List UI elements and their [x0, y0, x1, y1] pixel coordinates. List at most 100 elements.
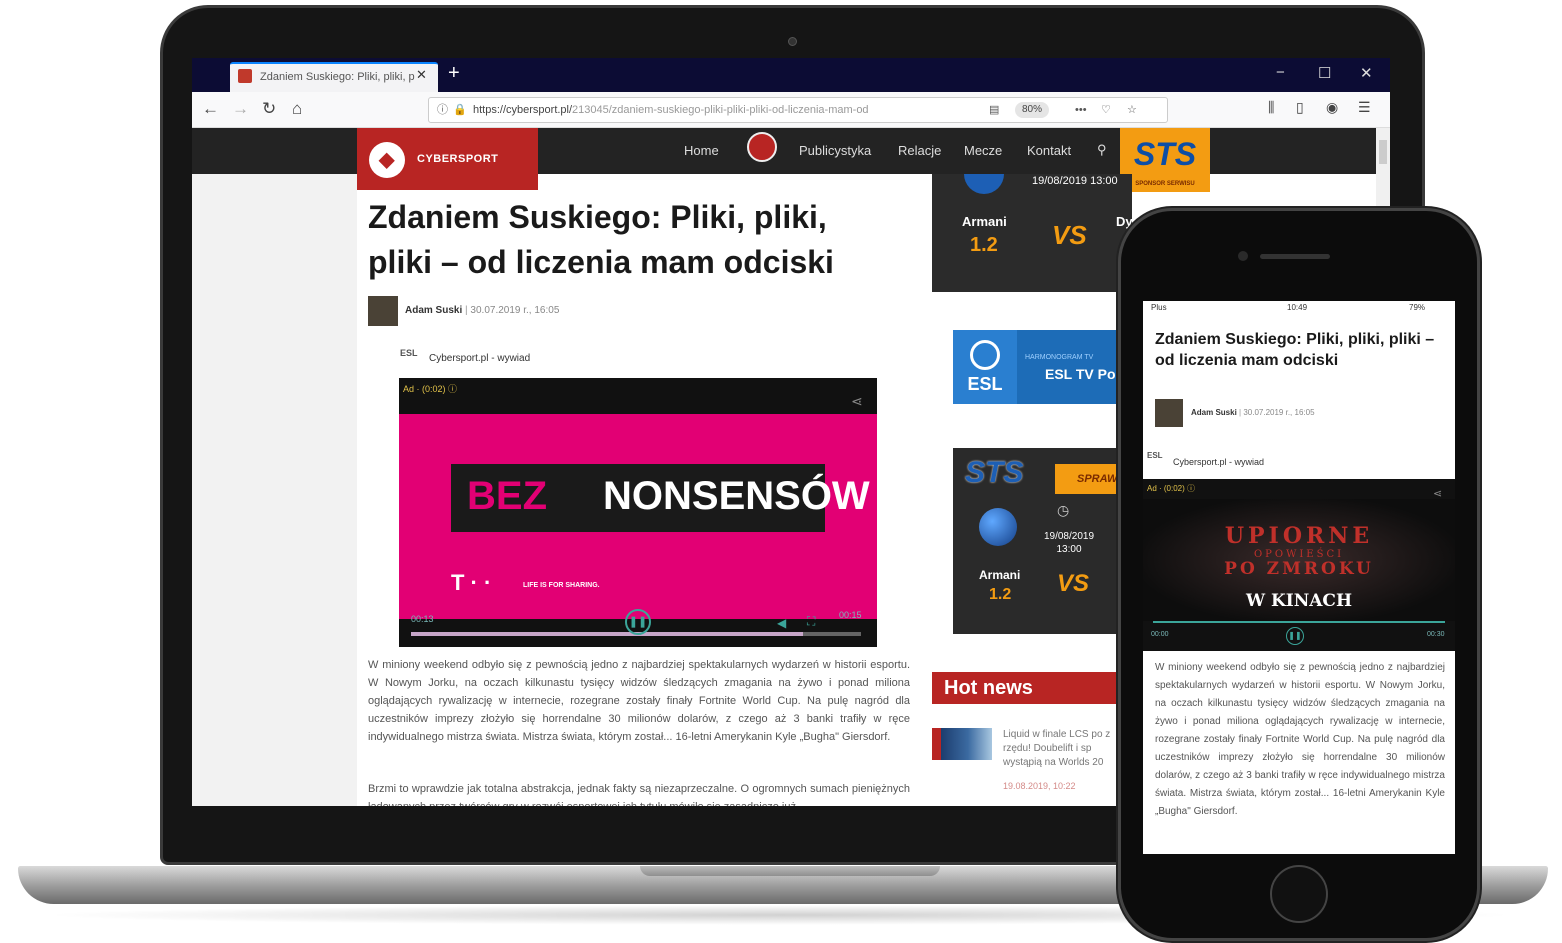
tab-strip: Zdaniem Suskiego: Pliki, pliki, p ✕ + − … — [192, 58, 1390, 92]
favicon-icon — [238, 69, 252, 83]
sts-ad[interactable]: STS SPRAWD ◷ 19/08/2019 13:00 Armani 1.2… — [953, 448, 1133, 634]
film-title-line3: PO ZMROKU — [1224, 559, 1374, 579]
home-button[interactable] — [1270, 865, 1328, 923]
menu-home[interactable]: Home — [684, 143, 719, 158]
film-title-line1: UPIORNE — [1224, 523, 1374, 549]
library-icon[interactable]: ⫼ — [1268, 99, 1274, 116]
mobile-video-player[interactable]: Ad · (0:02) ⓘ ⋖ UPIORNE OPOWIEŚCI PO ZMR… — [1143, 479, 1455, 651]
search-icon[interactable]: ⚲ — [1097, 142, 1107, 158]
menu-emblem-icon[interactable] — [747, 132, 777, 162]
logo-text: CYBERSPORT — [417, 153, 499, 165]
mobile-time-current: 00:00 — [1151, 631, 1169, 638]
video-player[interactable]: Ad · (0:02) ⓘ ⋖ BEZ NONSENSÓW T · · LIFE… — [399, 378, 877, 647]
forward-icon[interactable]: → — [232, 99, 249, 119]
brand-claim: LIFE IS FOR SHARING. — [523, 582, 600, 589]
minimize-button[interactable]: − — [1276, 64, 1285, 81]
laptop-hinge — [640, 866, 940, 876]
hot-news-header: Hot news — [932, 672, 1132, 704]
mobile-video-progress-bar[interactable] — [1153, 621, 1445, 623]
tab-title: Zdaniem Suskiego: Pliki, pliki, p — [260, 71, 415, 83]
article-paragraph: Brzmi to wprawdzie jak totalna abstrakcj… — [368, 783, 910, 806]
video-time-total: 00:15 — [839, 610, 862, 620]
zoom-badge[interactable]: 80% — [1015, 102, 1050, 118]
globe-icon — [964, 174, 1004, 194]
news-date: 19.08.2019, 10:22 — [1003, 781, 1076, 791]
status-time: 10:49 — [1287, 303, 1308, 312]
url-path: 213045/zdaniem-suskiego-pliki-pliki-plik… — [572, 104, 869, 116]
ad-headline-white: NONSENSÓW — [603, 474, 870, 518]
reload-icon[interactable]: ↻ — [262, 99, 276, 119]
scrollbar-thumb[interactable] — [1379, 140, 1387, 164]
laptop-camera — [788, 37, 797, 46]
battery-level: 79% — [1409, 303, 1426, 312]
esl-emblem-icon — [970, 340, 1000, 370]
publish-date: 30.07.2019 r., 16:05 — [470, 305, 560, 316]
fullscreen-icon[interactable]: ⛶ — [807, 614, 815, 629]
ad-team1: Armani — [962, 214, 1007, 229]
sts-date: 19/08/2019 13:00 — [1043, 531, 1095, 555]
menu-publicystyka[interactable]: Publicystyka — [799, 143, 871, 158]
status-bar: Plus 10:49 79% — [1143, 301, 1455, 315]
mobile-pause-button[interactable]: ❚❚ — [1286, 627, 1304, 645]
navigation-toolbar: ← → ↻ ⌂ ⓘ 🔒 https://cybersport.pl/213045… — [192, 92, 1390, 128]
bookmark-star-icon[interactable]: ☆ — [1127, 98, 1137, 122]
new-tab-button[interactable]: + — [448, 62, 460, 85]
video-source[interactable]: Cybersport.pl - wywiad — [429, 353, 530, 364]
article-title: Zdaniem Suskiego: Pliki, pliki, pliki – … — [368, 199, 834, 280]
news-headline[interactable]: Liquid w finale LCS po z rzędu! Doubelif… — [1003, 728, 1133, 770]
close-tab-icon[interactable]: ✕ — [416, 67, 427, 83]
url-host: https://cybersport.pl/ — [473, 104, 573, 116]
home-icon[interactable]: ⌂ — [292, 99, 302, 119]
menu-relacje[interactable]: Relacje — [898, 143, 941, 158]
ad-date: 19/08/2019 13:00 — [1032, 175, 1118, 187]
ad-headline-box: BEZ NONSENSÓW — [451, 464, 870, 532]
meta-separator: | — [465, 305, 468, 316]
info-icon[interactable]: ⓘ — [437, 98, 448, 122]
reader-view-icon[interactable]: ▤ — [989, 98, 999, 122]
mobile-channel-logo-icon[interactable]: ESL — [1147, 451, 1163, 460]
video-progress-fill — [411, 632, 803, 636]
more-actions-icon[interactable]: ••• — [1075, 98, 1087, 122]
news-thumbnail[interactable] — [932, 728, 992, 760]
menu-kontakt[interactable]: Kontakt — [1027, 143, 1071, 158]
logo-mark-icon: ◆ — [369, 142, 405, 178]
mobile-article-paragraph: W miniony weekend odbyło się z pewnością… — [1155, 662, 1445, 817]
sidebar-ad-top[interactable]: 19/08/2019 13:00 Armani 1.2 VS Dy — [932, 174, 1133, 292]
globe-icon — [979, 508, 1017, 546]
site-logo[interactable]: ◆ CYBERSPORT — [357, 128, 538, 190]
esl-ad[interactable]: ESL HARMONOGRAM TV ESL TV Po — [953, 330, 1133, 404]
mobile-video-source[interactable]: Cybersport.pl - wywiad — [1173, 457, 1264, 467]
film-title-line4: W KINACH — [1245, 591, 1353, 611]
sponsor-logo: STS — [1133, 136, 1197, 172]
menu-icon[interactable]: ☰ — [1358, 99, 1371, 116]
share-icon[interactable]: ⋖ — [851, 393, 863, 410]
author-name[interactable]: Adam Suski — [405, 305, 462, 316]
url-bar[interactable]: ⓘ 🔒 https://cybersport.pl/213045/zdaniem… — [428, 97, 1168, 123]
channel-logo-icon[interactable]: ESL — [400, 348, 418, 358]
meta-separator: | — [1239, 408, 1242, 417]
esl-kicker: HARMONOGRAM TV — [1025, 354, 1094, 361]
pocket-icon[interactable]: ♡ — [1101, 98, 1111, 122]
ad-creative[interactable]: BEZ NONSENSÓW T · · LIFE IS FOR SHARING. — [399, 414, 877, 636]
lock-warning-icon[interactable]: 🔒 — [453, 98, 467, 122]
sidebar-icon[interactable]: ▯ — [1296, 99, 1304, 116]
brand-logo: T · · — [451, 570, 492, 595]
extension-icon[interactable]: ◉ — [1326, 99, 1338, 116]
back-icon[interactable]: ← — [202, 99, 219, 119]
phone-front-camera — [1238, 251, 1248, 261]
mobile-ad-label: Ad · (0:02) ⓘ — [1147, 484, 1196, 493]
ad-headline-red: BEZ — [467, 474, 547, 518]
browser-tab[interactable]: Zdaniem Suskiego: Pliki, pliki, p — [230, 62, 438, 92]
volume-icon[interactable]: ◀ — [777, 616, 786, 630]
pause-button[interactable]: ❚❚ — [625, 609, 651, 635]
ad-odds1: 1.2 — [970, 234, 998, 256]
film-ad-creative[interactable]: UPIORNE OPOWIEŚCI PO ZMROKU W KINACH — [1143, 499, 1455, 621]
ad-label: Ad · (0:02) ⓘ — [403, 384, 458, 394]
sponsor-badge[interactable]: STS SPONSOR SERWISU — [1120, 128, 1210, 192]
mobile-author-name[interactable]: Adam Suski — [1191, 408, 1237, 417]
maximize-button[interactable]: ☐ — [1318, 64, 1331, 82]
menu-mecze[interactable]: Mecze — [964, 143, 1002, 158]
mobile-author-avatar[interactable] — [1155, 399, 1183, 427]
close-window-button[interactable]: ✕ — [1360, 64, 1373, 82]
author-avatar[interactable] — [368, 296, 398, 326]
